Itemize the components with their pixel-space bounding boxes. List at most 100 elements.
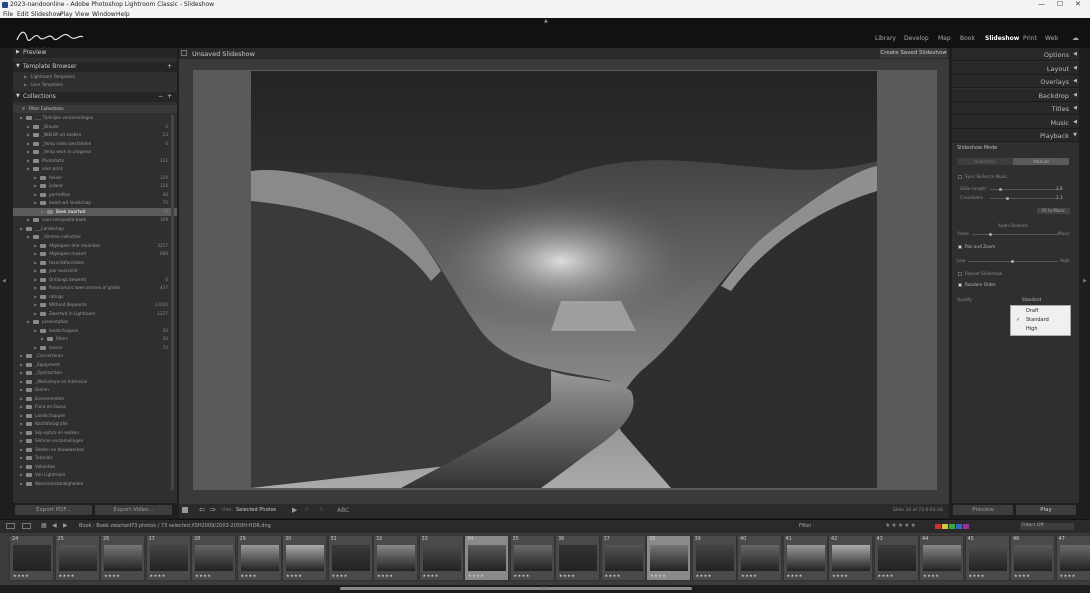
expand-triangle-icon[interactable]: ▶ (34, 345, 37, 350)
collection-row[interactable]: ▶ Afgelopen maand 869 (13, 250, 177, 258)
collection-row[interactable]: ▶ Slimme verzamelingen (13, 437, 177, 445)
filmstrip-thumbnail[interactable]: 35 ★★★★ (509, 535, 555, 581)
expand-triangle-icon[interactable]: ▶ (34, 183, 37, 188)
filmstrip-thumbnail[interactable]: 28 ★★★★ (191, 535, 236, 581)
previous-slide-icon[interactable]: ⇐ (199, 505, 206, 514)
collection-row[interactable]: ▶ _Equipment (13, 361, 177, 369)
collection-row[interactable]: ▶ macro 74 (13, 344, 177, 352)
source-breadcrumb[interactable]: Book : Boek zwartwit (79, 523, 132, 529)
color-label-filter[interactable] (935, 524, 975, 529)
rotate-left-icon[interactable]: ↺ (304, 506, 309, 513)
expand-triangle-icon[interactable]: ▶ (20, 455, 23, 460)
collection-row[interactable]: ▶ Panorama's twee sterren of groter 437 (13, 284, 177, 292)
expand-triangle-icon[interactable]: ▶ (20, 447, 23, 452)
collection-row[interactable]: ▶ Dieren (13, 386, 177, 394)
repeat-slideshow-checkbox[interactable] (958, 272, 962, 276)
filmstrip-thumbnail[interactable]: 29 ★★★★ (236, 535, 282, 581)
collection-row[interactable]: ▶ feeser 124 (13, 174, 177, 182)
menu-play[interactable]: Play (60, 11, 73, 18)
expand-triangle-icon[interactable]: ▶ (20, 421, 23, 426)
backdrop-panel-header[interactable]: Backdrop ◀ (952, 89, 1079, 102)
collection-row[interactable]: ▶ Evenementen (13, 395, 177, 403)
crossfades-slider[interactable] (990, 198, 1058, 199)
expand-triangle-icon[interactable]: ▶ (27, 124, 30, 129)
top-panel-toggle-icon[interactable]: ▲ (544, 18, 548, 24)
filmstrip-thumbnail[interactable]: 27 ★★★★ (145, 535, 191, 581)
collection-row[interactable]: ▶ Nachtfotografie (13, 420, 177, 428)
crossfades-knob[interactable] (1006, 197, 1009, 200)
menu-help[interactable]: Help (116, 11, 130, 18)
collection-row[interactable]: ▶ Weersomstandigheden (13, 480, 177, 488)
playback-panel-header[interactable]: Playback ▼ (952, 129, 1079, 142)
expand-triangle-icon[interactable]: ▶ (41, 336, 44, 341)
module-library[interactable]: Library (875, 35, 896, 42)
expand-triangle-icon[interactable]: ▶ (34, 175, 37, 180)
filmstrip-thumbnail[interactable]: 32 ★★★★ (373, 535, 418, 581)
module-develop[interactable]: Develop (904, 35, 929, 42)
audio-balance-slider[interactable] (972, 234, 1058, 235)
menu-slideshow[interactable]: Slideshow (31, 11, 61, 18)
expand-triangle-icon[interactable]: ▶ (41, 209, 44, 214)
slide-length-value[interactable]: 3.8 (1056, 186, 1063, 191)
filmstrip-thumbnail[interactable]: 31 ★★★★ (327, 535, 373, 581)
filmstrip-thumbnail[interactable]: 36 ★★★★ (555, 535, 600, 581)
export-video-button[interactable]: Export Video... (95, 505, 172, 515)
collection-row[interactable]: ▶ voor-composite-boek 109 (13, 216, 177, 224)
stop-icon[interactable] (182, 507, 188, 513)
collection-row[interactable]: ▶ Boek zwartwit 73 (13, 207, 177, 216)
module-book[interactable]: Book (960, 35, 975, 42)
collection-row[interactable]: ▶ ___ Tijdelijke verzamelingen (13, 114, 177, 122)
collection-row[interactable]: ▶ Sky-optics en wolken (13, 429, 177, 437)
collection-row[interactable]: ▶ _Brouze 2 (13, 123, 177, 131)
expand-triangle-icon[interactable]: ▶ (27, 166, 30, 171)
filters-off-dropdown[interactable]: Filters Off (1020, 523, 1074, 530)
collection-row[interactable]: ▶ _temp work in progress (13, 148, 177, 156)
menu-file[interactable]: File (3, 11, 13, 18)
menu-window[interactable]: Window (92, 11, 116, 18)
menu-view[interactable]: View (75, 11, 89, 18)
bottom-panel-toggle-icon[interactable]: ▼ (542, 586, 546, 592)
collection-row[interactable]: ▶ filters 50 (13, 335, 177, 343)
collection-row[interactable]: ▶ Without Keywords 12200 (13, 301, 177, 309)
expand-triangle-icon[interactable]: ▶ (20, 362, 23, 367)
expand-triangle-icon[interactable]: ▶ (20, 413, 23, 418)
left-panel-toggle-icon[interactable]: ◀ (2, 278, 6, 284)
right-panel-toggle-icon[interactable]: ▶ (1083, 278, 1087, 284)
expand-triangle-icon[interactable]: ▶ (27, 141, 30, 146)
preview-button[interactable]: Preview (953, 505, 1013, 515)
add-collection-icon[interactable]: + (167, 93, 172, 100)
filmstrip-thumbnail[interactable]: 37 ★★★★ (600, 535, 646, 581)
filmstrip-thumbnail[interactable]: 38 ★★★★ (646, 535, 691, 581)
quality-option-high[interactable]: High (1026, 326, 1038, 332)
play-preview-icon[interactable]: ▶ (292, 506, 297, 514)
collection-row[interactable]: ▶ Zwartwit in Lightroom 1227 (13, 310, 177, 318)
collection-row[interactable]: ▶ Flora en Fauna (13, 403, 177, 411)
collection-row[interactable]: ▶ Tutorials (13, 454, 177, 462)
music-panel-header[interactable]: Music ◀ (952, 116, 1079, 129)
forward-arrow-icon[interactable]: ▶ (63, 522, 68, 529)
filmstrip-thumbnail[interactable]: 40 ★★★★ (737, 535, 782, 581)
add-text-button[interactable]: ABC (337, 507, 349, 514)
mode-manual-button[interactable]: Manual (1013, 158, 1069, 165)
collection-row[interactable]: ▶ jaar overzicht (13, 267, 177, 275)
rating-filter-stars[interactable]: ★★★★★ (885, 522, 917, 529)
collection-row[interactable]: ▶ voor print (13, 165, 177, 173)
filmstrip-thumbnail[interactable]: 25 ★★★★ (54, 535, 100, 581)
close-icon[interactable]: ✕ (1075, 0, 1081, 8)
collection-row[interactable]: ▶ Afgelopen drie maanden 3217 (13, 242, 177, 250)
secondary-window-icon[interactable] (6, 523, 15, 529)
collection-row[interactable]: ▶ _Workshops en Intervisie (13, 378, 177, 386)
expand-triangle-icon[interactable]: ▶ (20, 404, 23, 409)
expand-triangle-icon[interactable]: ▶ (34, 243, 37, 248)
filmstrip-thumbnail[interactable]: 26 ★★★★ (100, 535, 145, 581)
template-browser-header[interactable]: ▼ Template Browser + (13, 62, 177, 72)
expand-triangle-icon[interactable]: ▶ (34, 192, 37, 197)
expand-triangle-icon[interactable]: ▶ (27, 319, 30, 324)
expand-triangle-icon[interactable]: ▶ (20, 396, 23, 401)
filmstrip-thumbnail[interactable]: 47 ★★★★ (1055, 535, 1090, 581)
expand-triangle-icon[interactable]: ▶ (34, 328, 37, 333)
audio-balance-knob[interactable] (989, 233, 992, 236)
slide-length-knob[interactable] (999, 188, 1002, 191)
random-order-checkbox[interactable] (958, 283, 962, 287)
template-folder[interactable]: ▶ Lightroom Templates (13, 73, 177, 81)
